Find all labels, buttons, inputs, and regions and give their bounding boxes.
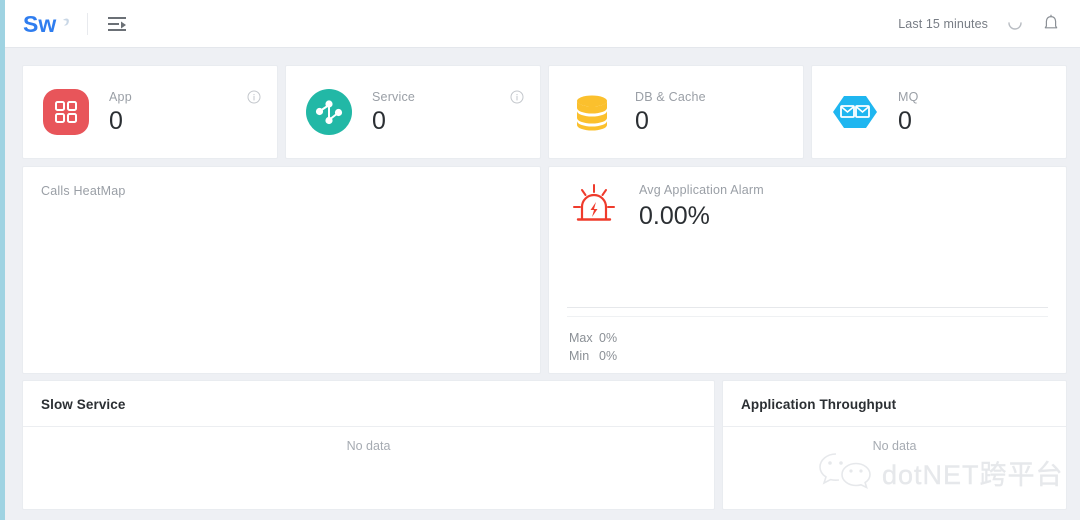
alarm-min-value: 0% — [599, 349, 618, 363]
slow-service-title: Slow Service — [41, 397, 126, 412]
panel-divider — [723, 426, 1066, 427]
header-divider — [87, 12, 88, 35]
calls-heatmap-title: Calls HeatMap — [41, 184, 126, 198]
bell-icon[interactable] — [1042, 14, 1060, 34]
stat-label: DB & Cache — [635, 89, 706, 104]
alarm-text: Avg Application Alarm 0.00% — [639, 183, 764, 229]
alarm-max-label: Max — [569, 331, 593, 345]
stat-value: 0 — [109, 106, 123, 135]
application-throughput-title: Application Throughput — [741, 397, 897, 412]
alarm-max-row: Max 0% — [569, 329, 617, 347]
alarm-value: 0.00% — [639, 202, 710, 230]
stat-label: App — [109, 89, 132, 104]
info-icon[interactable] — [510, 90, 524, 104]
alarm-label: Avg Application Alarm — [639, 183, 764, 197]
stat-text: DB & Cache 0 — [635, 90, 706, 134]
alarm-divider-bottom — [567, 316, 1048, 317]
menu-collapse-icon[interactable] — [108, 15, 130, 33]
time-range-selector[interactable]: Last 15 minutes — [898, 17, 988, 31]
alarm-header: Avg Application Alarm 0.00% — [549, 167, 1066, 231]
slow-service-panel[interactable]: Slow Service No data — [22, 380, 715, 510]
stat-card-app[interactable]: App 0 — [22, 65, 278, 159]
alarm-siren-icon — [571, 183, 617, 231]
stat-text: App 0 — [109, 90, 132, 134]
stat-card-db-cache[interactable]: DB & Cache 0 — [548, 65, 804, 159]
alarm-summary-stats: Max 0% Min 0% — [569, 329, 617, 365]
skywalking-logo[interactable]: Sw — [23, 9, 75, 39]
slow-service-empty-state: No data — [346, 439, 391, 453]
service-node-icon — [306, 89, 352, 135]
stat-card-service[interactable]: Service 0 — [285, 65, 541, 159]
header-actions: Last 15 minutes — [898, 14, 1080, 34]
refresh-icon[interactable] — [1006, 15, 1024, 33]
application-throughput-panel[interactable]: Application Throughput No data — [722, 380, 1067, 510]
application-throughput-empty-state: No data — [872, 439, 917, 453]
alarm-min-row: Min 0% — [569, 347, 617, 365]
mq-hexagon-icon — [832, 89, 878, 135]
calls-heatmap-card[interactable]: Calls HeatMap — [22, 166, 541, 374]
stat-text: MQ 0 — [898, 90, 919, 134]
stat-value: 0 — [898, 106, 912, 135]
stat-text: Service 0 — [372, 90, 415, 134]
alarm-divider-top — [567, 307, 1048, 308]
svg-text:Sw: Sw — [23, 11, 56, 37]
alarm-max-value: 0% — [599, 331, 618, 345]
stat-label: MQ — [898, 89, 919, 104]
stat-card-mq[interactable]: MQ 0 — [811, 65, 1067, 159]
left-accent-rail — [0, 0, 5, 520]
app-header: Sw Last 15 minutes — [5, 0, 1080, 48]
panel-divider — [23, 426, 714, 427]
stat-value: 0 — [635, 106, 649, 135]
app-grid-icon — [43, 89, 89, 135]
database-icon — [569, 89, 615, 135]
stat-label: Service — [372, 89, 416, 104]
dashboard-page: Sw Last 15 minutes App 0 Service 0 DB & … — [0, 0, 1080, 520]
info-icon[interactable] — [247, 90, 261, 104]
alarm-min-label: Min — [569, 349, 590, 363]
stat-value: 0 — [372, 106, 386, 135]
avg-application-alarm-card[interactable]: Avg Application Alarm 0.00% Max 0% Min 0% — [548, 166, 1067, 374]
